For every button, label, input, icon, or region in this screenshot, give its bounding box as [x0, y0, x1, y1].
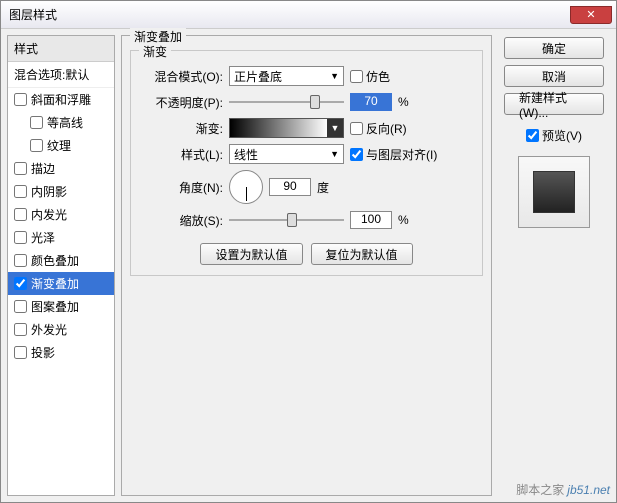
fx-item[interactable]: 颜色叠加 — [8, 249, 114, 272]
angle-field[interactable]: 90 — [269, 178, 311, 196]
preview-box — [518, 156, 590, 228]
reset-default-button[interactable]: 复位为默认值 — [311, 243, 413, 265]
fx-checkbox[interactable] — [14, 231, 27, 244]
angle-indicator — [246, 187, 247, 201]
fx-label: 外发光 — [31, 321, 67, 338]
fx-checkbox[interactable] — [14, 254, 27, 267]
gradient-group: 渐变 混合模式(O): 正片叠底 ▼ 仿色 不透明度(P): — [130, 50, 483, 276]
style-combo[interactable]: 线性 ▼ — [229, 144, 344, 164]
watermark-cn: 脚本之家 — [516, 483, 564, 497]
fx-label: 图案叠加 — [31, 298, 79, 315]
close-button[interactable]: ✕ — [570, 6, 612, 24]
fx-label: 颜色叠加 — [31, 252, 79, 269]
fx-checkbox[interactable] — [30, 139, 43, 152]
fx-label: 描边 — [31, 160, 55, 177]
fx-item[interactable]: 内发光 — [8, 203, 114, 226]
fx-item[interactable]: 纹理 — [8, 134, 114, 157]
scale-label: 缩放(S): — [141, 212, 223, 229]
reverse-input[interactable] — [350, 122, 363, 135]
opacity-unit: % — [398, 95, 409, 109]
fx-checkbox[interactable] — [14, 300, 27, 313]
fx-checkbox[interactable] — [14, 208, 27, 221]
angle-label: 角度(N): — [141, 179, 223, 196]
watermark-url: jb51.net — [567, 483, 610, 497]
cancel-button[interactable]: 取消 — [504, 65, 604, 87]
gradient-preview — [230, 119, 327, 137]
fx-item[interactable]: 等高线 — [8, 111, 114, 134]
fx-checkbox[interactable] — [14, 185, 27, 198]
chevron-down-icon: ▼ — [330, 149, 339, 159]
scale-unit: % — [398, 213, 409, 227]
preview-checkbox[interactable]: 预览(V) — [526, 127, 582, 144]
fx-label: 内阴影 — [31, 183, 67, 200]
inner-group-title: 渐变 — [139, 43, 171, 60]
blend-options-item[interactable]: 混合选项:默认 — [8, 62, 114, 88]
styles-header: 样式 — [8, 36, 114, 62]
style-label: 样式(L): — [141, 146, 223, 163]
fx-checkbox[interactable] — [14, 93, 27, 106]
dialog-window: 图层样式 ✕ 样式 混合选项:默认 斜面和浮雕等高线纹理描边内阴影内发光光泽颜色… — [0, 0, 617, 503]
style-value: 线性 — [234, 146, 258, 163]
preview-swatch — [533, 171, 575, 213]
fx-checkbox[interactable] — [14, 323, 27, 336]
fx-label: 投影 — [31, 344, 55, 361]
gradient-picker[interactable]: ▼ — [229, 118, 344, 138]
new-style-button[interactable]: 新建样式(W)... — [504, 93, 604, 115]
make-default-button[interactable]: 设置为默认值 — [200, 243, 302, 265]
fx-item[interactable]: 投影 — [8, 341, 114, 364]
opacity-field[interactable]: 70 — [350, 93, 392, 111]
angle-unit: 度 — [317, 179, 329, 196]
fx-label: 斜面和浮雕 — [31, 91, 91, 108]
fx-item[interactable]: 渐变叠加 — [8, 272, 114, 295]
fx-label: 纹理 — [47, 137, 71, 154]
reverse-checkbox[interactable]: 反向(R) — [350, 120, 407, 137]
gradient-label: 渐变: — [141, 120, 223, 137]
reverse-label: 反向(R) — [366, 120, 407, 137]
opacity-label: 不透明度(P): — [141, 94, 223, 111]
fx-checkbox[interactable] — [14, 162, 27, 175]
titlebar[interactable]: 图层样式 ✕ — [1, 1, 616, 29]
fx-item[interactable]: 斜面和浮雕 — [8, 88, 114, 111]
fx-checkbox[interactable] — [14, 346, 27, 359]
blend-mode-combo[interactable]: 正片叠底 ▼ — [229, 66, 344, 86]
blend-mode-value: 正片叠底 — [234, 68, 282, 85]
fx-item[interactable]: 内阴影 — [8, 180, 114, 203]
dither-input[interactable] — [350, 70, 363, 83]
fx-item[interactable]: 描边 — [8, 157, 114, 180]
scale-field[interactable]: 100 — [350, 211, 392, 229]
blend-mode-label: 混合模式(O): — [141, 68, 223, 85]
preview-input[interactable] — [526, 129, 539, 142]
styles-list: 样式 混合选项:默认 斜面和浮雕等高线纹理描边内阴影内发光光泽颜色叠加渐变叠加图… — [7, 35, 115, 496]
fx-label: 等高线 — [47, 114, 83, 131]
fx-item[interactable]: 图案叠加 — [8, 295, 114, 318]
fx-item[interactable]: 外发光 — [8, 318, 114, 341]
fx-checkbox[interactable] — [30, 116, 43, 129]
ok-button[interactable]: 确定 — [504, 37, 604, 59]
fx-item[interactable]: 光泽 — [8, 226, 114, 249]
window-title: 图层样式 — [9, 6, 570, 23]
chevron-down-icon: ▼ — [330, 71, 339, 81]
chevron-down-icon[interactable]: ▼ — [327, 119, 343, 137]
right-panel: 确定 取消 新建样式(W)... 预览(V) — [498, 35, 610, 496]
dither-checkbox[interactable]: 仿色 — [350, 68, 390, 85]
fx-label: 光泽 — [31, 229, 55, 246]
dither-label: 仿色 — [366, 68, 390, 85]
fx-label: 渐变叠加 — [31, 275, 79, 292]
watermark: 脚本之家 jb51.net — [516, 481, 610, 498]
fx-label: 内发光 — [31, 206, 67, 223]
settings-panel: 渐变叠加 渐变 混合模式(O): 正片叠底 ▼ 仿色 不透明度(P): — [121, 35, 492, 496]
fx-checkbox[interactable] — [14, 277, 27, 290]
align-input[interactable] — [350, 148, 363, 161]
angle-dial[interactable] — [229, 170, 263, 204]
align-checkbox[interactable]: 与图层对齐(I) — [350, 146, 437, 163]
opacity-slider[interactable] — [229, 95, 344, 109]
scale-slider[interactable] — [229, 213, 344, 227]
preview-label: 预览(V) — [542, 127, 582, 144]
align-label: 与图层对齐(I) — [366, 146, 437, 163]
